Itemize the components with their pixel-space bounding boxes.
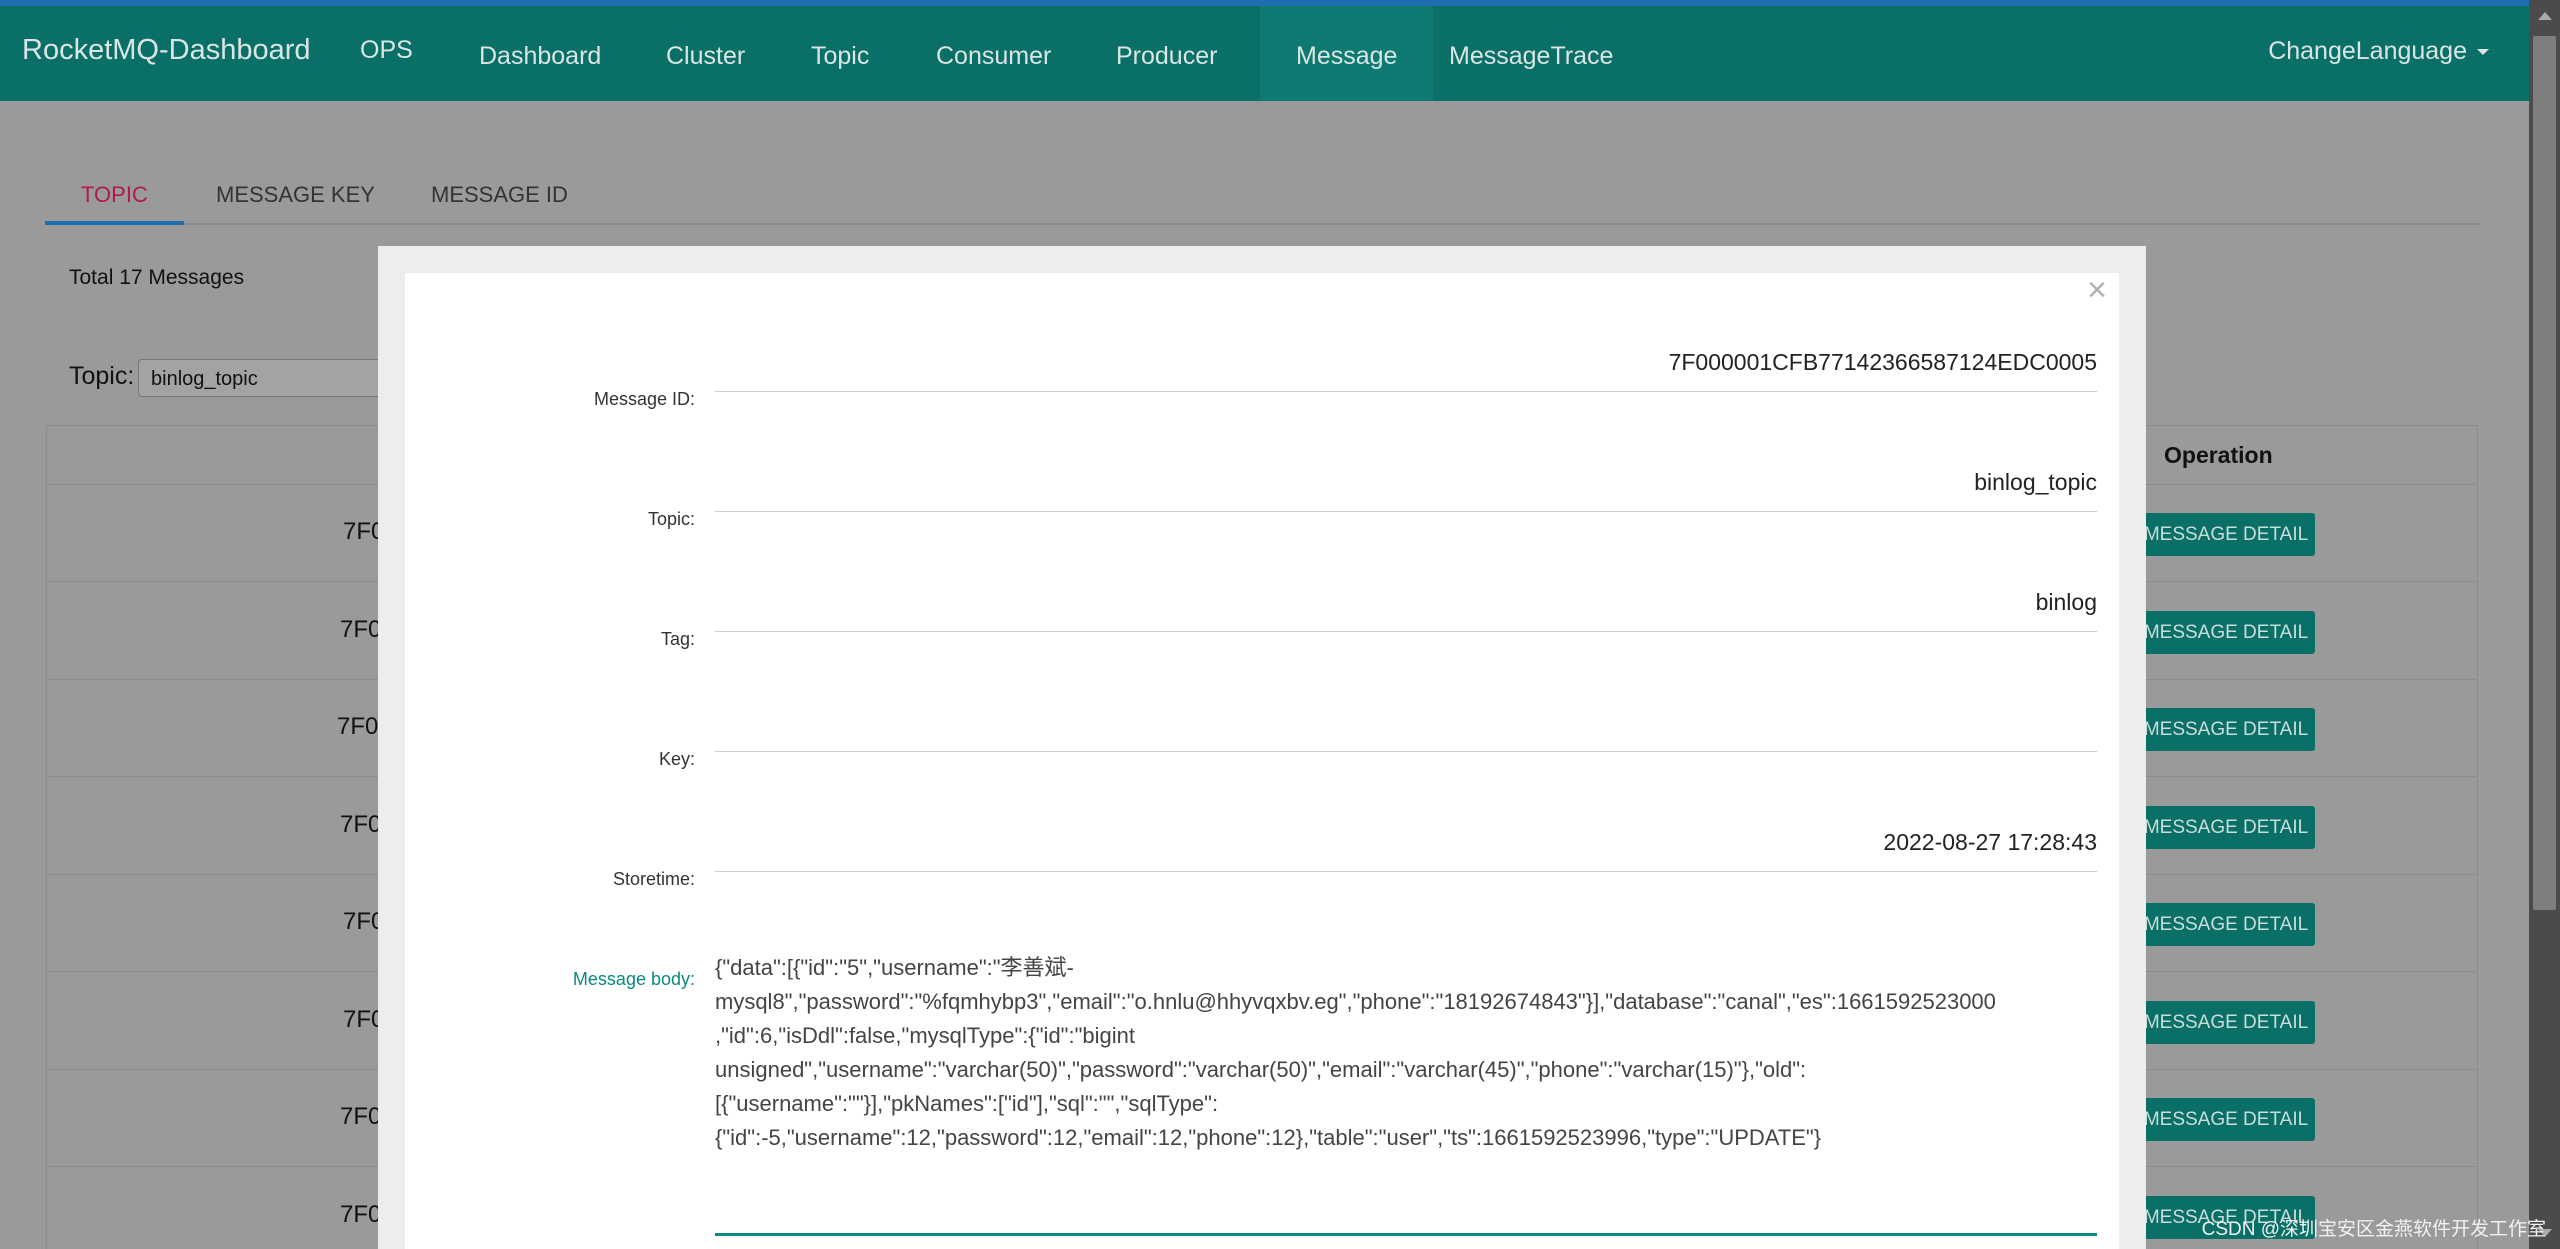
nav-item-producer[interactable]: Producer	[1080, 6, 1253, 101]
topic-filter-label: Topic:	[69, 362, 135, 390]
message-detail-modal: × Message ID: 7F000001CFB77142366587124E…	[378, 246, 2146, 1249]
message-body-label: Message body:	[572, 969, 695, 989]
change-language-label: ChangeLanguage	[2268, 37, 2467, 65]
row-message-id: 7F0	[340, 811, 382, 838]
total-messages-text: Total 17 Messages	[69, 266, 245, 289]
message-detail-button[interactable]: MESSAGE DETAIL	[2137, 1098, 2315, 1141]
tag-label: Tag:	[660, 629, 695, 649]
key-value[interactable]	[715, 704, 2097, 752]
row-message-id: 7F0	[337, 713, 379, 740]
message-id-value[interactable]: 7F000001CFB77142366587124EDC0005	[715, 344, 2097, 392]
tab-message-id[interactable]: MESSAGE ID	[395, 163, 604, 225]
storetime-value[interactable]: 2022-08-27 17:28:43	[715, 824, 2097, 872]
tab-topic[interactable]: TOPIC	[45, 163, 184, 225]
topic-label: Topic:	[647, 509, 695, 529]
row-message-id: 7F0	[340, 616, 382, 643]
window-scrollbar[interactable]	[2529, 0, 2560, 1249]
search-tabs: TOPIC MESSAGE KEY MESSAGE ID	[45, 163, 2480, 225]
topic-value[interactable]: binlog_topic	[715, 464, 2097, 512]
nav-item-ops[interactable]: OPS	[324, 6, 449, 101]
message-detail-button[interactable]: MESSAGE DETAIL	[2137, 513, 2315, 556]
message-detail-button[interactable]: MESSAGE DETAIL	[2137, 806, 2315, 849]
nav-item-messagetrace[interactable]: MessageTrace	[1413, 6, 1649, 101]
message-detail-button[interactable]: MESSAGE DETAIL	[2137, 1001, 2315, 1044]
topic-select[interactable]: binlog_topic	[138, 359, 398, 397]
key-label: Key:	[658, 749, 695, 769]
close-icon[interactable]: ×	[2087, 273, 2107, 307]
row-message-id: 7F0	[340, 1103, 382, 1130]
message-body-textarea[interactable]: {"data":[{"id":"5","username":"李善斌- mysq…	[715, 951, 2097, 1155]
brand-title[interactable]: RocketMQ-Dashboard	[22, 34, 311, 67]
topic-field: Topic: binlog_topic	[405, 459, 2119, 569]
caret-down-icon	[2477, 49, 2489, 56]
watermark-text: CSDN @深圳宝安区金燕软件开发工作室	[2201, 1219, 2546, 1240]
nav-item-message[interactable]: Message	[1260, 6, 1434, 101]
scrollbar-thumb[interactable]	[2533, 36, 2556, 910]
top-navbar: RocketMQ-Dashboard OPS Dashboard Cluster…	[0, 6, 2529, 101]
nav-item-topic[interactable]: Topic	[775, 6, 905, 101]
nav-item-dashboard[interactable]: Dashboard	[443, 6, 637, 101]
message-detail-button[interactable]: MESSAGE DETAIL	[2137, 903, 2315, 946]
message-id-label: Message ID:	[593, 389, 695, 409]
tag-field: Tag: binlog	[405, 579, 2119, 689]
message-body-focus-underline	[715, 1233, 2097, 1236]
operation-column-header: Operation	[2164, 442, 2273, 468]
tab-message-key[interactable]: MESSAGE KEY	[180, 163, 411, 225]
storetime-field: Storetime: 2022-08-27 17:28:43	[405, 819, 2119, 929]
message-detail-button[interactable]: MESSAGE DETAIL	[2137, 611, 2315, 654]
message-id-field: Message ID: 7F000001CFB77142366587124EDC…	[405, 339, 2119, 449]
modal-body: × Message ID: 7F000001CFB77142366587124E…	[405, 273, 2119, 1249]
change-language-dropdown[interactable]: ChangeLanguage	[2268, 6, 2489, 101]
nav-item-cluster[interactable]: Cluster	[630, 6, 781, 101]
key-field: Key:	[405, 699, 2119, 809]
row-message-id: 7F0	[340, 1201, 382, 1228]
scroll-up-icon[interactable]	[2538, 12, 2552, 20]
message-detail-button[interactable]: MESSAGE DETAIL	[2137, 708, 2315, 751]
nav-item-consumer[interactable]: Consumer	[900, 6, 1087, 101]
storetime-label: Storetime:	[612, 869, 695, 889]
tag-value[interactable]: binlog	[715, 584, 2097, 632]
